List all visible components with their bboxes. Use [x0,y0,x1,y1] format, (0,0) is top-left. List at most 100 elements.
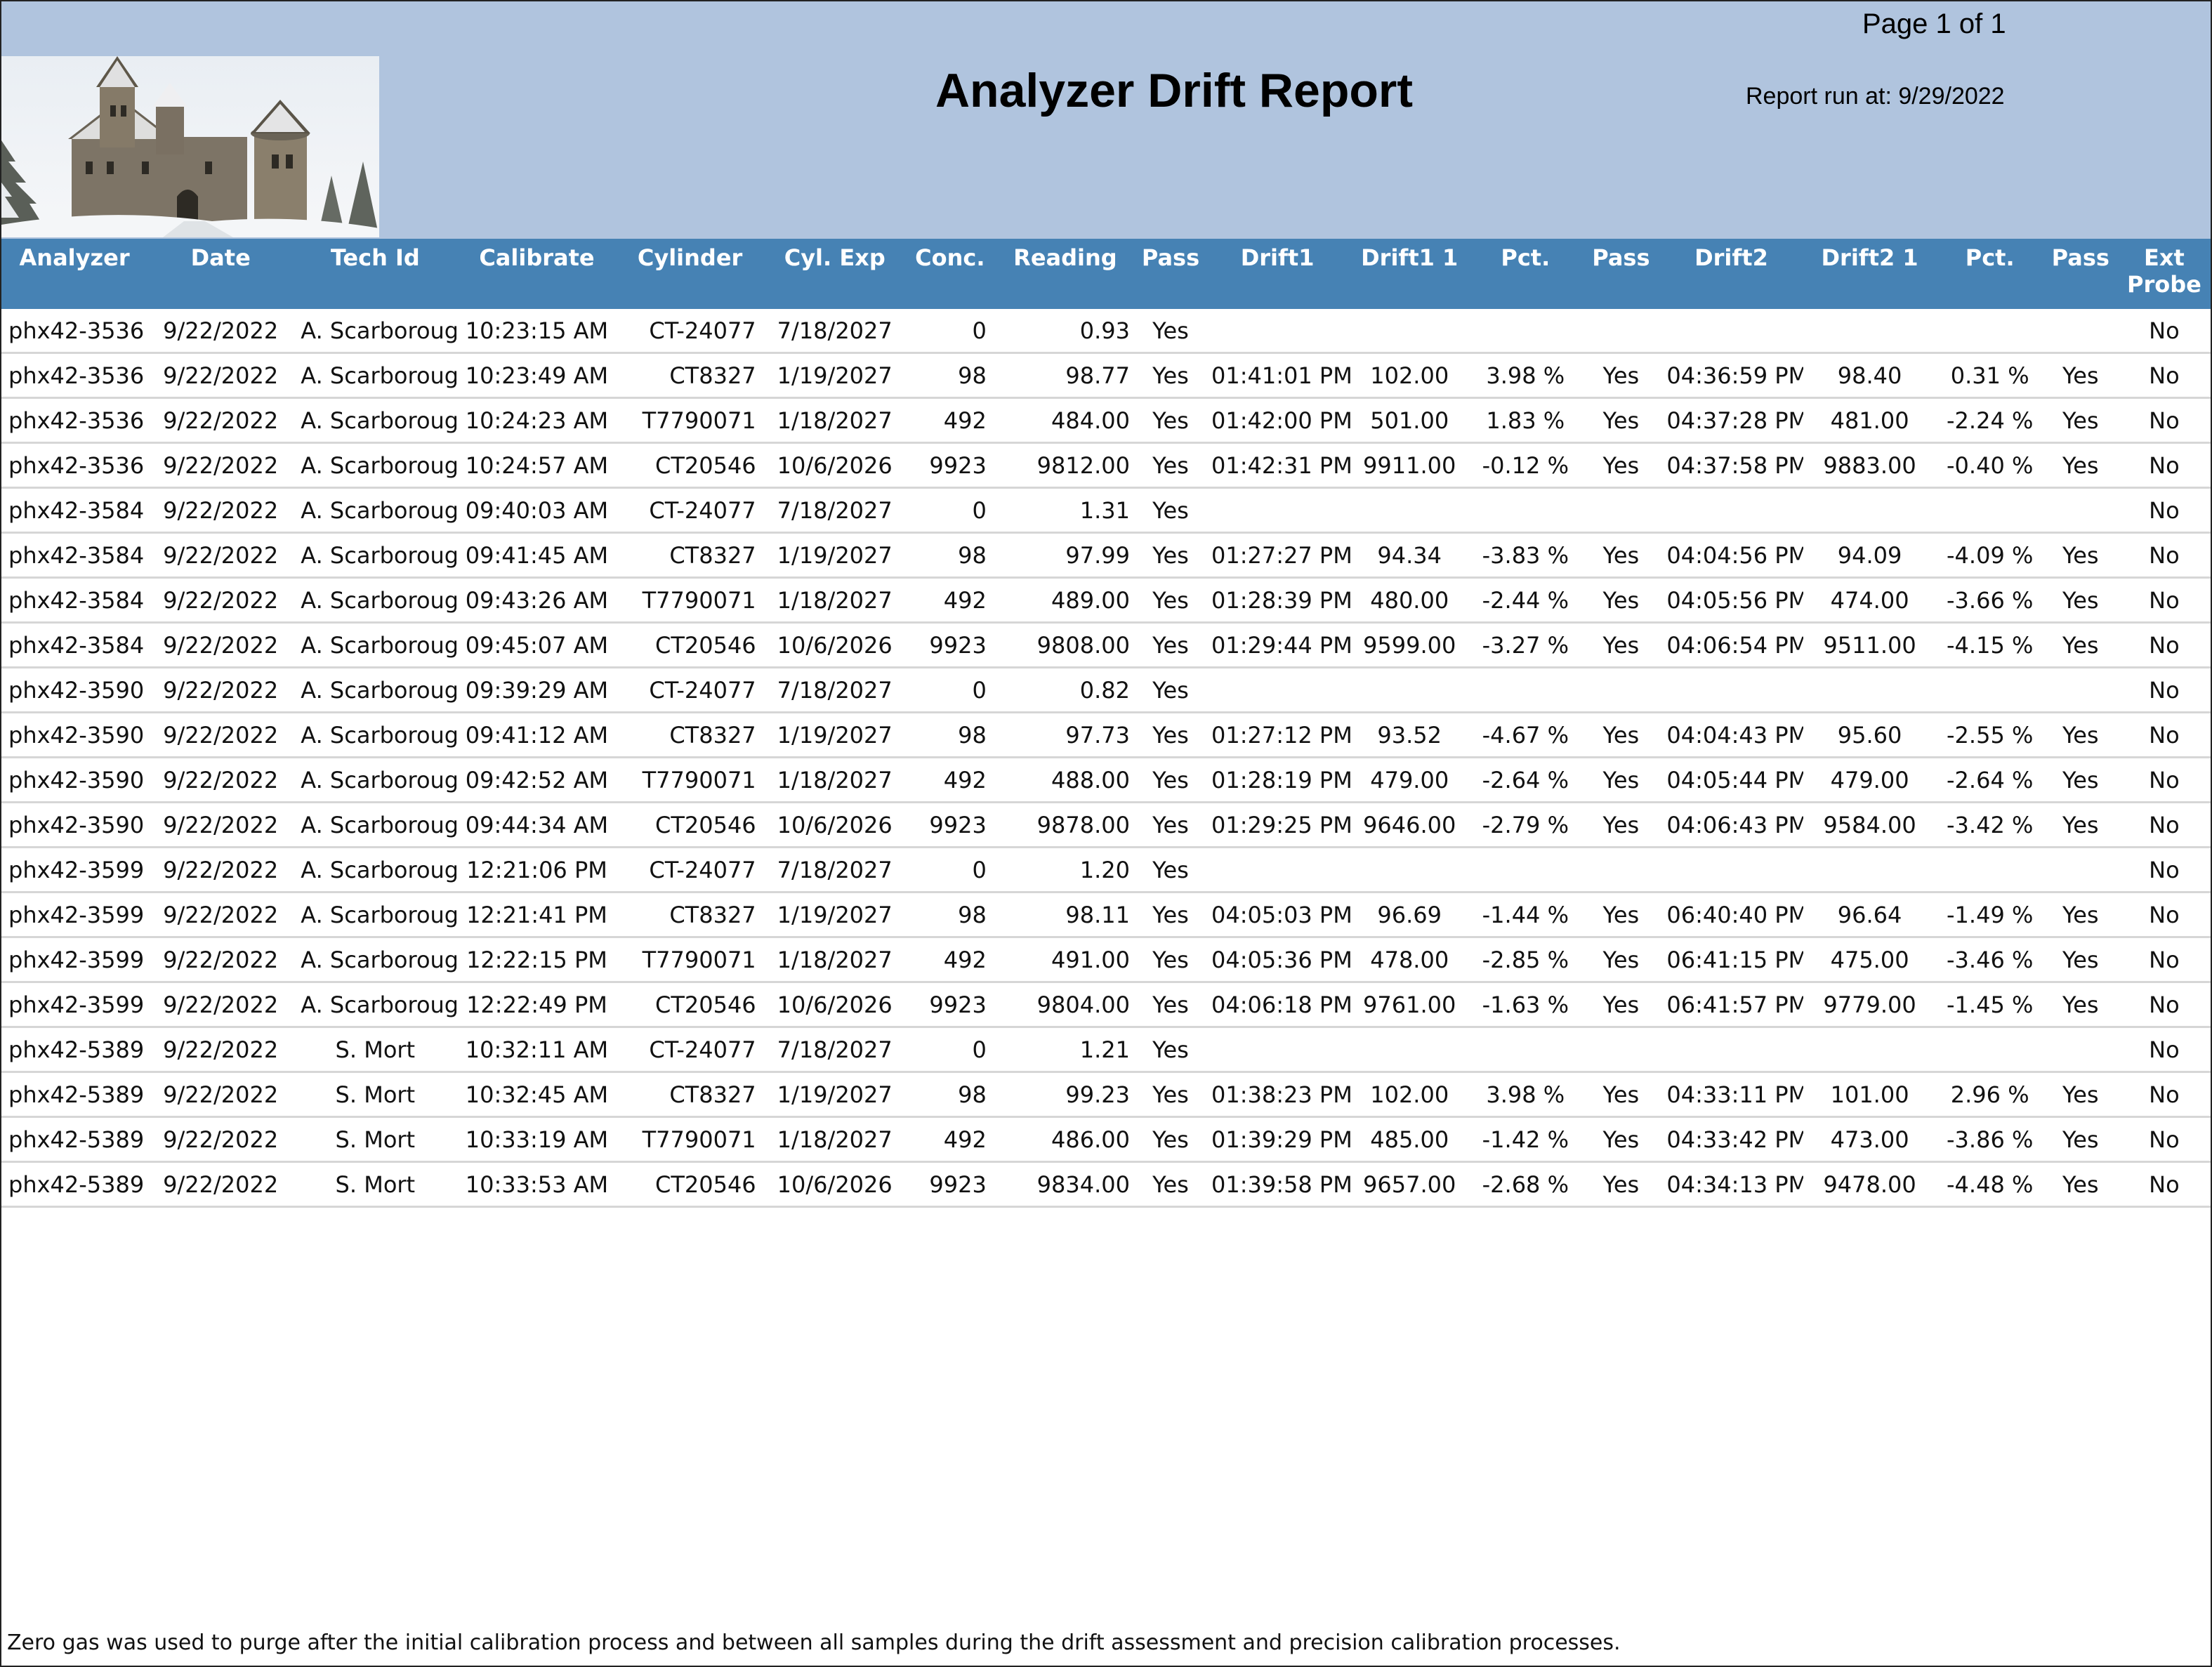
cell-cyl-exp: 7/18/2027 [763,309,907,354]
cell-pct: -1.42 % [1468,1116,1583,1163]
table-row: phx42-3590 9/22/2022 A. Scarborough 09:42:5… [1,757,2211,803]
cell-tech-id: S. Mort [294,1027,457,1073]
cell-cyl-exp: 7/18/2027 [763,667,907,713]
table-row: phx42-3584 9/22/2022 A. Scarborough 09:45:0… [1,622,2211,668]
cell-calibrate: 10:33:53 AM [456,1161,617,1208]
cell-pass-2 [1582,667,1660,713]
cell-pass-3 [2043,487,2118,534]
cell-drift1: 04:05:36 PM [1204,937,1351,983]
cell-date: 9/22/2022 [147,1116,294,1163]
cell-cylinder: CT20546 [617,982,763,1028]
cell-ext-probe: No [2117,442,2211,489]
cell-date: 9/22/2022 [147,397,294,444]
column-header-date: Date [147,239,294,309]
cell-date: 9/22/2022 [147,712,294,758]
cell-pct: -3.27 % [1468,622,1583,668]
cell-pct-2: -3.86 % [1936,1116,2043,1163]
cell-analyzer: phx42-3599 [1,937,148,983]
cell-pass: Yes [1136,757,1205,803]
cell-pass: Yes [1136,352,1205,399]
cell-analyzer: phx42-5389 [1,1116,148,1163]
cell-date: 9/22/2022 [147,622,294,668]
cell-drift2: 06:40:40 PM [1659,892,1803,938]
cell-drift1-1: 9911.00 [1350,442,1469,489]
cell-drift2: 06:41:57 PM [1659,982,1803,1028]
cell-pct-2: -4.09 % [1936,532,2043,579]
cell-drift1: 01:39:58 PM [1204,1161,1351,1208]
cell-drift1-1 [1350,847,1469,893]
cell-tech-id: A. Scarborough [294,847,457,893]
cell-pass-2 [1582,847,1660,893]
cell-pass: Yes [1136,577,1205,624]
cell-drift2: 04:37:58 PM [1659,442,1803,489]
cell-ext-probe: No [2117,982,2211,1028]
cell-reading: 9834.00 [993,1161,1137,1208]
cell-drift1-1 [1350,1027,1469,1073]
cell-tech-id: S. Mort [294,1161,457,1208]
cell-drift1 [1204,309,1351,354]
cell-pass-2: Yes [1582,577,1660,624]
cell-pass-3: Yes [2043,622,2118,668]
column-header-pct-2: Pct. [1936,239,2043,309]
cell-cyl-exp: 10/6/2026 [763,622,907,668]
cell-cyl-exp: 1/19/2027 [763,892,907,938]
cell-pct-2: -2.24 % [1936,397,2043,444]
cell-drift1 [1204,1027,1351,1073]
cell-drift2-1 [1803,1027,1937,1073]
cell-pass-2: Yes [1582,802,1660,848]
cell-pass: Yes [1136,1027,1205,1073]
cell-date: 9/22/2022 [147,1072,294,1118]
cell-calibrate: 09:42:52 AM [456,757,617,803]
table-row: phx42-3584 9/22/2022 A. Scarborough 09:43:2… [1,577,2211,624]
column-header-drift2-1: Drift2 1 [1803,239,1937,309]
cell-drift1-1: 9657.00 [1350,1161,1469,1208]
cell-pass-3: Yes [2043,757,2118,803]
cell-cyl-exp: 1/19/2027 [763,712,907,758]
cell-calibrate: 09:43:26 AM [456,577,617,624]
cell-analyzer: phx42-3584 [1,487,148,534]
cell-ext-probe: No [2117,1027,2211,1073]
cell-pass: Yes [1136,1116,1205,1163]
cell-pct: -1.44 % [1468,892,1583,938]
cell-drift2-1 [1803,487,1937,534]
column-header-ext-probe: Ext Probe [2117,239,2211,309]
cell-tech-id: S. Mort [294,1116,457,1163]
cell-drift1-1: 480.00 [1350,577,1469,624]
cell-date: 9/22/2022 [147,532,294,579]
cell-reading: 9812.00 [993,442,1137,489]
cell-drift2-1: 96.64 [1803,892,1937,938]
cell-drift2-1 [1803,847,1937,893]
cell-cyl-exp: 10/6/2026 [763,1161,907,1208]
cell-tech-id: A. Scarborough [294,937,457,983]
cell-pass-2: Yes [1582,442,1660,489]
table-row: phx42-3590 9/22/2022 A. Scarborough 09:44:3… [1,802,2211,848]
column-header-pass-2: Pass [1582,239,1660,309]
cell-drift1-1: 478.00 [1350,937,1469,983]
cell-drift1: 01:29:44 PM [1204,622,1351,668]
cell-tech-id: A. Scarborough [294,487,457,534]
cell-pass-3: Yes [2043,1161,2118,1208]
cell-cyl-exp: 1/18/2027 [763,577,907,624]
cell-cylinder: T7790071 [617,577,763,624]
cell-pass: Yes [1136,622,1205,668]
cell-reading: 9804.00 [993,982,1137,1028]
cell-pct-2 [1936,667,2043,713]
cell-pct: -2.68 % [1468,1161,1583,1208]
column-header-conc: Conc. [906,239,994,309]
footer-note: Zero gas was used to purge after the ini… [7,1630,1621,1655]
cell-pass-3: Yes [2043,892,2118,938]
cell-drift2 [1659,1027,1803,1073]
cell-ext-probe: No [2117,892,2211,938]
cell-date: 9/22/2022 [147,667,294,713]
cell-cylinder: T7790071 [617,757,763,803]
cell-drift2 [1659,487,1803,534]
cell-pct-2: 2.96 % [1936,1072,2043,1118]
cell-pass-2: Yes [1582,352,1660,399]
cell-pct-2 [1936,487,2043,534]
cell-pass-3: Yes [2043,442,2118,489]
report-page: Page 1 of 1 Analyzer Drift Report Report… [0,0,2212,1667]
table-row: phx42-3536 9/22/2022 A. Scarborough 10:23:4… [1,352,2211,399]
column-header-analyzer: Analyzer [1,239,148,309]
cell-pass-3 [2043,1027,2118,1073]
cell-drift2-1: 9779.00 [1803,982,1937,1028]
